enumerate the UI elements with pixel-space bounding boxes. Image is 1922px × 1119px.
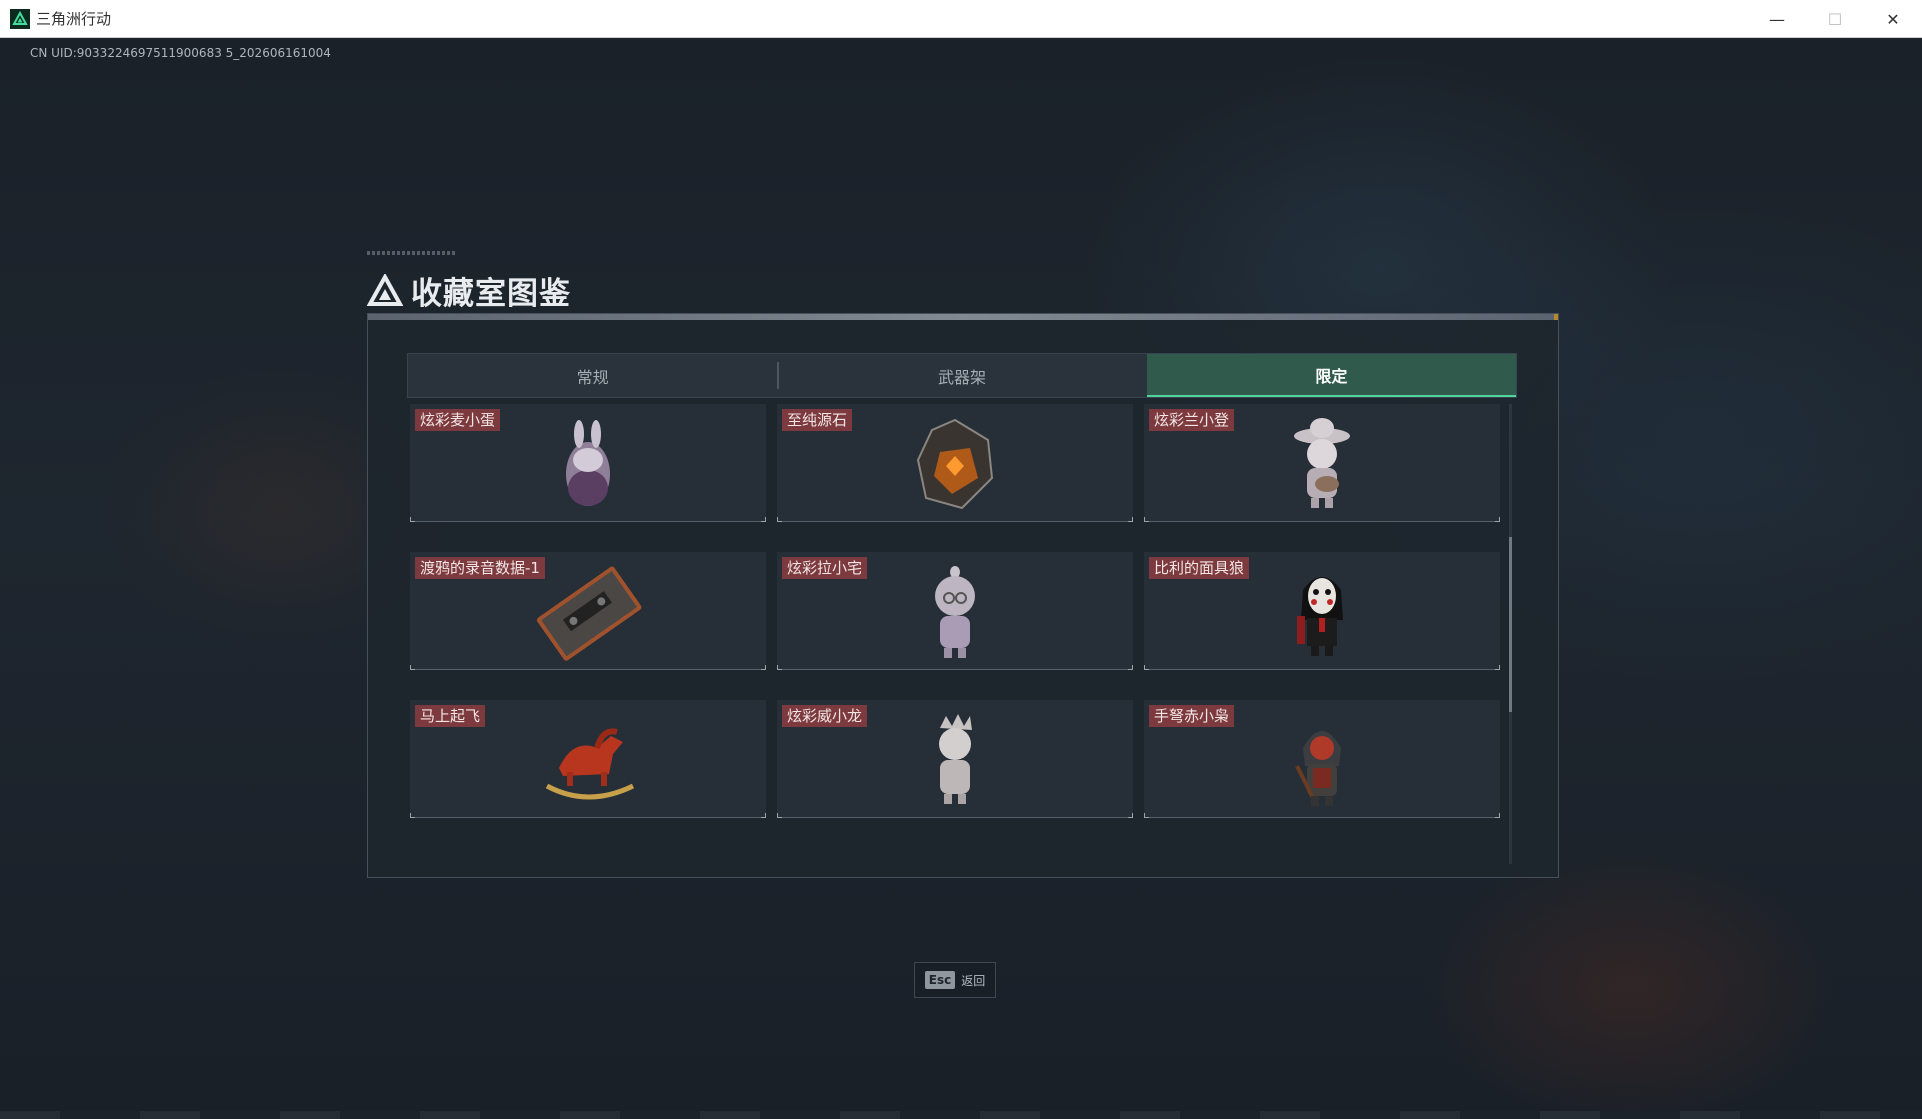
item-name: 渡鸦的录音数据-1: [415, 557, 545, 579]
collection-panel: 常规 武器架 限定 炫彩麦小蛋 至纯源石 炫彩兰小登 渡鸦的录音数据-1 炫彩拉…: [367, 313, 1559, 878]
window-title: 三角洲行动: [36, 10, 112, 28]
collection-item[interactable]: 马上起飞: [410, 700, 766, 818]
collection-item[interactable]: 炫彩威小龙: [777, 700, 1133, 818]
scrollbar-thumb[interactable]: [1509, 537, 1512, 712]
masked-puppet-icon: [1297, 577, 1343, 656]
collection-item[interactable]: 炫彩兰小登: [1144, 404, 1500, 522]
item-name: 比利的面具狼: [1149, 557, 1250, 579]
esc-key-icon: Esc: [924, 971, 956, 989]
collection-item[interactable]: 渡鸦的录音数据-1: [410, 552, 766, 670]
item-grid: 炫彩麦小蛋 至纯源石 炫彩兰小登 渡鸦的录音数据-1 炫彩拉小宅 比利的面具狼 …: [410, 404, 1500, 859]
cassette-tape-icon: [536, 566, 642, 661]
decorative-line: [367, 251, 457, 255]
window-titlebar: 三角洲行动 — ☐ ✕: [0, 0, 1922, 38]
collection-item[interactable]: 至纯源石: [777, 404, 1133, 522]
crystal-stone-icon: [916, 418, 994, 510]
item-name: 至纯源石: [782, 409, 853, 431]
dialog-title: 收藏室图鉴: [367, 268, 571, 313]
tab-weapon-rack[interactable]: 武器架: [777, 354, 1146, 397]
game-viewport: CN UID:9033224697511900683 5_20260616100…: [0, 38, 1922, 1119]
hooded-figure-icon: [935, 566, 975, 658]
item-name: 马上起飞: [415, 705, 486, 727]
category-tabs: 常规 武器架 限定: [407, 353, 1517, 398]
tab-limited[interactable]: 限定: [1146, 354, 1516, 397]
grid-scrollbar[interactable]: [1509, 404, 1512, 864]
panel-top-bar: [368, 314, 1558, 320]
back-label: 返回: [961, 973, 986, 988]
collection-item[interactable]: 比利的面具狼: [1144, 552, 1500, 670]
maximize-button[interactable]: ☐: [1806, 0, 1864, 38]
rabbit-egg-figure-icon: [566, 420, 610, 506]
item-name: 手弩赤小枭: [1149, 705, 1235, 727]
back-button[interactable]: Esc 返回: [914, 962, 996, 998]
crowned-figure-icon: [939, 714, 972, 804]
item-name: 炫彩威小龙: [782, 705, 868, 727]
sombrero-figure-icon: [1294, 418, 1350, 508]
collection-item[interactable]: 手弩赤小枭: [1144, 700, 1500, 818]
dialog-title-text: 收藏室图鉴: [411, 276, 571, 312]
app-logo-icon: [10, 8, 30, 29]
item-name: 炫彩兰小登: [1149, 409, 1235, 431]
hooded-archer-icon: [1295, 731, 1341, 806]
tab-regular[interactable]: 常规: [408, 354, 777, 397]
close-button[interactable]: ✕: [1864, 0, 1922, 38]
minimize-button[interactable]: —: [1748, 0, 1806, 38]
bottom-decoration: [0, 1111, 1922, 1119]
delta-logo-icon: [367, 273, 403, 306]
collection-item[interactable]: 炫彩拉小宅: [777, 552, 1133, 670]
item-name: 炫彩麦小蛋: [415, 409, 501, 431]
uid-label: CN UID:9033224697511900683 5_20260616100…: [30, 46, 331, 60]
item-name: 炫彩拉小宅: [782, 557, 868, 579]
collection-item[interactable]: 炫彩麦小蛋: [410, 404, 766, 522]
rocking-horse-icon: [545, 728, 635, 800]
